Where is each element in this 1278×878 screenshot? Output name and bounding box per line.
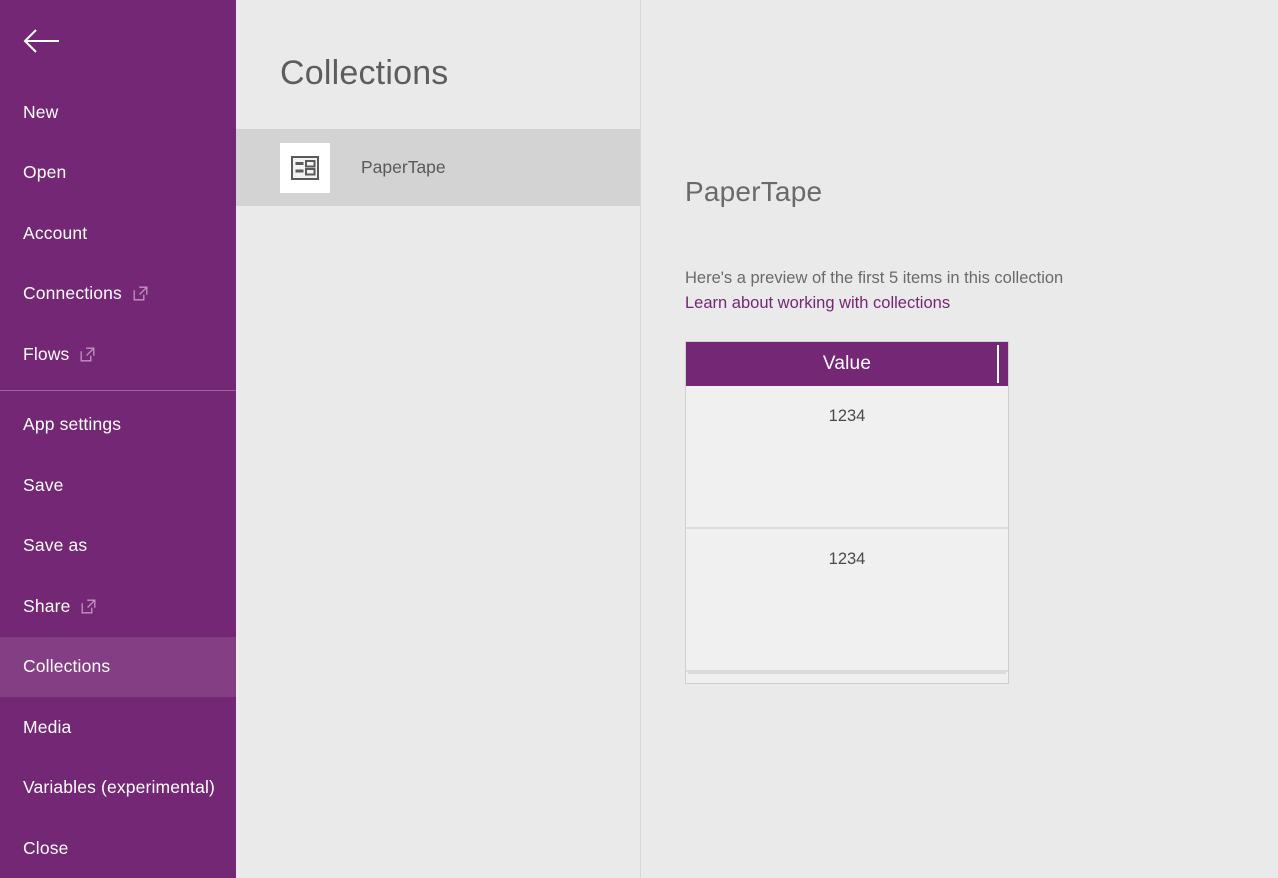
sidebar-item-close[interactable]: Close: [0, 818, 236, 878]
sidebar-item-label: Flows: [23, 344, 69, 365]
sidebar-item-connections[interactable]: Connections: [0, 264, 236, 325]
list-item[interactable]: PaperTape: [236, 129, 640, 206]
sidebar-divider: [0, 390, 236, 391]
sidebar-item-app-settings[interactable]: App settings: [0, 395, 236, 456]
column-resize-handle[interactable]: [997, 345, 999, 383]
sidebar-item-label: Connections: [23, 283, 122, 304]
table-header-row: Value: [686, 342, 1008, 386]
sidebar-item-label: Open: [23, 162, 66, 183]
table-row[interactable]: 1234: [686, 529, 1008, 672]
sidebar-item-share[interactable]: Share: [0, 576, 236, 637]
table-cell-value: 1234: [829, 550, 866, 670]
back-button[interactable]: [0, 0, 236, 82]
back-arrow-icon: [23, 28, 63, 54]
open-external-icon: [80, 347, 95, 362]
list-item-label: PaperTape: [361, 157, 446, 178]
collection-preview-table: Value 1234 1234: [685, 341, 1009, 684]
table-cell-value: 1234: [829, 407, 866, 527]
sidebar-item-label: Media: [23, 717, 71, 738]
sidebar-item-label: Variables (experimental): [23, 777, 215, 798]
table-column-header-value: Value: [823, 353, 871, 375]
sidebar-item-label: Collections: [23, 656, 110, 677]
sidebar-item-save[interactable]: Save: [0, 455, 236, 516]
sidebar-item-label: Save as: [23, 535, 87, 556]
preview-title: PaperTape: [685, 176, 1278, 208]
collection-preview-pane: PaperTape Here's a preview of the first …: [641, 0, 1278, 878]
collections-list-pane: Collections PaperTape: [236, 0, 641, 878]
learn-about-collections-link[interactable]: Learn about working with collections: [685, 291, 1278, 316]
sidebar-item-account[interactable]: Account: [0, 203, 236, 264]
preview-description: Here's a preview of the first 5 items in…: [685, 266, 1278, 291]
sidebar-item-label: Share: [23, 596, 70, 617]
page-title: Collections: [236, 0, 640, 93]
app-window: New Open Account Connections Flows: [0, 0, 1278, 878]
sidebar-item-media[interactable]: Media: [0, 697, 236, 758]
sidebar-item-label: App settings: [23, 414, 121, 435]
sidebar-item-variables[interactable]: Variables (experimental): [0, 758, 236, 819]
collection-table-icon: [280, 143, 330, 193]
sidebar-item-label: Account: [23, 223, 87, 244]
sidebar-item-open[interactable]: Open: [0, 143, 236, 204]
collections-list: PaperTape: [236, 129, 640, 206]
open-external-icon: [133, 286, 148, 301]
sidebar-item-save-as[interactable]: Save as: [0, 516, 236, 577]
sidebar-item-flows[interactable]: Flows: [0, 324, 236, 385]
sidebar-item-label: Save: [23, 475, 64, 496]
sidebar-item-collections[interactable]: Collections: [0, 637, 236, 698]
file-menu-sidebar: New Open Account Connections Flows: [0, 0, 236, 878]
sidebar-item-label: New: [23, 102, 58, 123]
sidebar-item-new[interactable]: New: [0, 82, 236, 143]
sidebar-item-label: Close: [23, 838, 69, 859]
table-bottom-divider: [688, 672, 1006, 681]
open-external-icon: [81, 599, 96, 614]
table-row[interactable]: 1234: [686, 386, 1008, 529]
